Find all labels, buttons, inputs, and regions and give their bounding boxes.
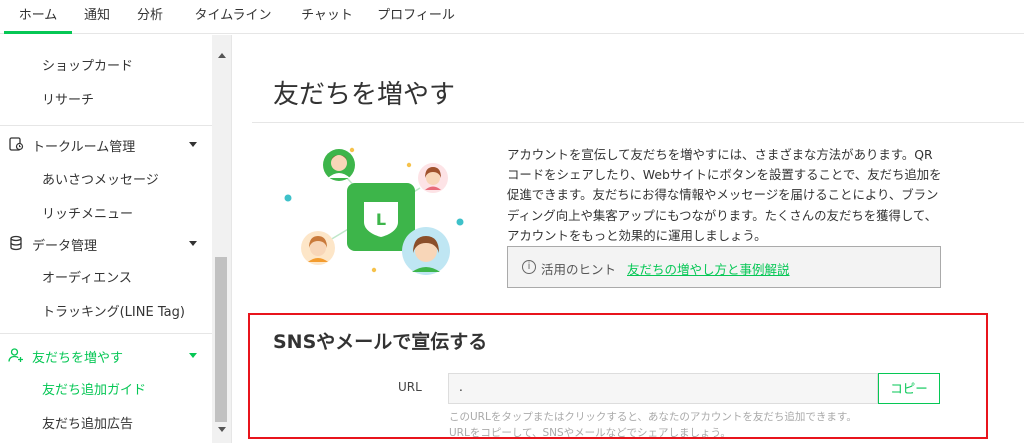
top-navigation: ホーム 通知 分析 タイムライン チャット プロフィール: [0, 0, 1024, 34]
scroll-down-icon[interactable]: [218, 427, 226, 432]
sidebar-item-tracking[interactable]: トラッキング(LINE Tag): [42, 301, 185, 320]
tab-analytics[interactable]: 分析: [124, 0, 176, 34]
url-value: .: [459, 380, 463, 394]
sidebar-item-greeting-message[interactable]: あいさつメッセージ: [42, 169, 159, 188]
friends-illustration: L: [284, 147, 464, 275]
sidebar-section-add-friends[interactable]: 友だちを増やす: [8, 346, 208, 366]
tab-notifications[interactable]: 通知: [72, 0, 122, 34]
sidebar-section-label: データ管理: [32, 239, 98, 254]
sidebar-item-research[interactable]: リサーチ: [42, 89, 94, 108]
chevron-down-icon: [189, 353, 197, 358]
title-divider: [252, 122, 1024, 123]
sidebar: ショップカード リサーチ トークルーム管理 あいさつメッセージ リッチメニュー …: [0, 35, 232, 443]
helper-text: このURLをタップまたはクリックすると、あなたのアカウントを友だち追加できます。…: [449, 409, 857, 441]
sidebar-item-friend-add-guide[interactable]: 友だち追加ガイド: [42, 379, 146, 398]
logo-letter: L: [376, 210, 386, 229]
sidebar-item-audience[interactable]: オーディエンス: [42, 267, 132, 286]
tab-profile[interactable]: プロフィール: [368, 0, 464, 34]
sidebar-divider: [0, 125, 212, 126]
hint-box: i 活用のヒント 友だちの増やし方と事例解説: [507, 246, 941, 288]
sidebar-section-label: 友だちを増やす: [32, 351, 124, 366]
database-icon: [10, 235, 22, 251]
page-title: 友だちを増やす: [273, 80, 456, 110]
helper-line: URLをコピーして、SNSやメールなどでシェアしましょう。: [449, 427, 731, 439]
sidebar-divider: [0, 333, 212, 334]
chevron-down-icon: [189, 142, 197, 147]
chat-room-icon: [9, 137, 24, 151]
copy-button[interactable]: コピー: [878, 373, 940, 404]
sidebar-section-data-management[interactable]: データ管理: [8, 234, 208, 254]
tab-timeline[interactable]: タイムライン: [180, 0, 286, 34]
hint-label: 活用のヒント: [541, 262, 617, 277]
url-label: URL: [398, 380, 422, 394]
sidebar-item-rich-menu[interactable]: リッチメニュー: [42, 203, 133, 222]
sidebar-section-talk-room[interactable]: トークルーム管理: [8, 135, 208, 155]
scrollbar-thumb[interactable]: [215, 257, 227, 422]
tab-chat[interactable]: チャット: [288, 0, 366, 34]
sidebar-section-label: トークルーム管理: [32, 140, 136, 155]
section-title: SNSやメールで宣伝する: [273, 331, 488, 353]
hint-link[interactable]: 友だちの増やし方と事例解説: [627, 259, 790, 278]
sidebar-scrollbar[interactable]: [212, 35, 231, 443]
chevron-down-icon: [189, 241, 197, 246]
sidebar-item-friend-add-ads[interactable]: 友だち追加広告: [42, 413, 133, 432]
tab-home[interactable]: ホーム: [4, 0, 72, 34]
helper-line: このURLをタップまたはクリックすると、あなたのアカウントを友だち追加できます。: [449, 411, 857, 423]
info-icon: i: [522, 260, 536, 274]
add-friend-icon: [8, 348, 23, 362]
description-text: アカウントを宣伝して友だちを増やすには、さまざまな方法があります。QRコードをシ…: [507, 147, 942, 243]
scroll-up-icon[interactable]: [218, 53, 226, 58]
url-field[interactable]: .: [448, 373, 878, 404]
sidebar-item-shop-card[interactable]: ショップカード: [42, 55, 133, 74]
